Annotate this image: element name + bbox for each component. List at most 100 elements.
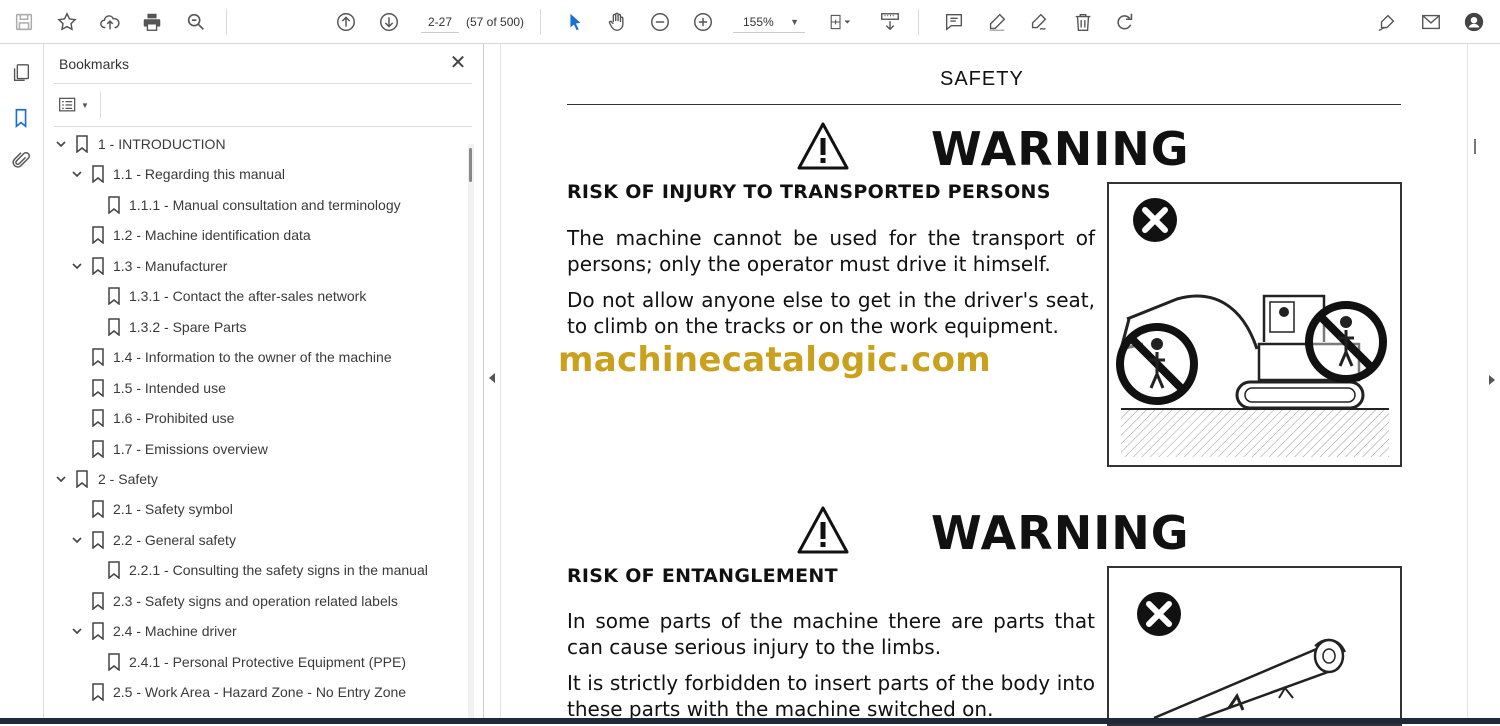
zoom-in-icon[interactable] [689, 8, 717, 36]
zoom-out-icon[interactable] [646, 8, 674, 36]
draw-signature-icon[interactable] [1025, 8, 1053, 36]
bookmark-icon [91, 500, 105, 519]
bookmark-item[interactable]: 2.4 - Machine driver [44, 617, 464, 645]
warning-word: WARNING [931, 122, 1190, 176]
divider [100, 92, 101, 118]
bookmark-item[interactable]: 1.5 - Intended use [44, 374, 464, 402]
highlight-pen-icon[interactable] [983, 8, 1011, 36]
bookmark-item[interactable]: 1.2 - Machine identification data [44, 221, 464, 249]
bookmark-icon [107, 287, 121, 306]
bookmark-item[interactable]: 1.6 - Prohibited use [44, 404, 464, 432]
chevron-down-icon[interactable] [70, 533, 84, 547]
scrollbar-thumb[interactable] [469, 148, 472, 182]
panel-title: Bookmarks [59, 56, 130, 72]
warning-triangle-icon [797, 506, 849, 554]
bookmark-item[interactable]: 1.4 - Information to the owner of the ma… [44, 343, 464, 371]
chevron-down-icon[interactable] [54, 137, 68, 151]
zoom-value: 155% [743, 15, 774, 29]
scrollbar[interactable] [468, 144, 474, 724]
page-thumbnails-icon[interactable] [8, 60, 34, 86]
scroll-mode-icon[interactable] [876, 8, 904, 36]
next-page-icon[interactable] [375, 8, 403, 36]
chevron-down-icon[interactable] [70, 624, 84, 638]
hand-tool-icon[interactable] [603, 8, 631, 36]
bookmark-icon [91, 531, 105, 550]
bookmark-item[interactable]: 1.1.1 - Manual consultation and terminol… [44, 191, 464, 219]
zoom-level-select[interactable]: 155% ▼ [733, 11, 805, 33]
scrollbar-thumb[interactable] [1474, 139, 1476, 154]
bookmark-item[interactable]: 2.1 - Safety symbol [44, 495, 464, 523]
bookmark-icon [107, 317, 121, 337]
warning-paragraph: It is strictly forbidden to insert parts… [567, 671, 1095, 721]
comment-icon[interactable] [940, 8, 968, 36]
bookmark-item[interactable]: 2.3 - Safety signs and operation related… [44, 587, 464, 615]
bookmark-item[interactable]: 2.2.1 - Consulting the safety signs in t… [44, 556, 464, 584]
chevron-down-icon[interactable] [70, 259, 84, 273]
bookmark-icon [91, 409, 105, 428]
email-icon[interactable] [1417, 8, 1445, 36]
warning-paragraph: The machine cannot be used for the trans… [567, 226, 1095, 276]
page-fit-icon[interactable] [822, 8, 858, 36]
select-cursor-icon[interactable] [561, 8, 589, 36]
bookmark-item[interactable]: 2.5 - Work Area - Hazard Zone - No Entry… [44, 678, 464, 706]
bookmark-label: 1.1 - Regarding this manual [113, 166, 285, 183]
cloud-upload-icon[interactable] [96, 8, 124, 36]
print-icon[interactable] [138, 8, 166, 36]
delete-trash-icon[interactable] [1069, 8, 1097, 36]
bookmark-tree: 1 - INTRODUCTION 1.1 - Regarding this man… [44, 130, 464, 724]
star-icon[interactable] [53, 8, 81, 36]
bookmark-label: 2.2.1 - Consulting the safety signs in t… [129, 562, 428, 579]
bookmark-item[interactable]: 2.2 - General safety [44, 526, 464, 554]
bookmark-icon [107, 196, 121, 215]
bookmark-item[interactable]: 1.3 - Manufacturer [44, 252, 464, 280]
divider [54, 126, 472, 127]
divider [54, 83, 472, 84]
bookmark-icon [75, 135, 89, 154]
page-count: (57 of 500) [466, 15, 525, 29]
bookmark-label: 1.3 - Manufacturer [113, 257, 228, 274]
watermark-text: machinecatalogic.com [558, 340, 991, 380]
bookmark-icon [107, 652, 121, 672]
chevron-down-icon[interactable] [54, 472, 68, 486]
bookmark-icon [91, 257, 105, 276]
zoom-search-icon[interactable] [182, 8, 210, 36]
expand-panel-arrow-icon[interactable] [1489, 375, 1495, 385]
bookmark-item[interactable]: 1.3.2 - Spare Parts [44, 313, 464, 341]
bookmark-options-button[interactable]: ▼ [58, 94, 94, 116]
bookmark-icon [91, 165, 105, 184]
bookmark-label: 2.3 - Safety signs and operation related… [113, 592, 398, 609]
page-number-input[interactable]: 2-27 [421, 11, 459, 33]
bookmark-item[interactable]: 2.4.1 - Personal Protective Equipment (P… [44, 648, 464, 676]
bookmarks-panel: Bookmarks ✕ ▼ 1 - INTRODUCTION 1.1 - Rega… [44, 44, 484, 724]
bookmark-item[interactable]: 1.7 - Emissions overview [44, 435, 464, 463]
bookmark-item[interactable]: 2 - Safety [44, 465, 464, 493]
heading-rule [567, 104, 1401, 105]
chevron-down-icon: ▼ [81, 100, 89, 110]
no-passengers-pictogram [1116, 198, 1389, 457]
warning-paragraph: In some parts of the machine there are p… [567, 609, 1095, 659]
bookmark-icon [91, 622, 105, 641]
bookmark-item[interactable]: 1 - INTRODUCTION [44, 130, 464, 158]
bookmark-label: 2 - Safety [98, 470, 158, 487]
bookmark-item[interactable]: 1.3.1 - Contact the after-sales network [44, 282, 464, 310]
taskbar-edge [0, 718, 1500, 724]
previous-page-icon[interactable] [332, 8, 360, 36]
account-icon[interactable] [1460, 8, 1488, 36]
redo-icon[interactable] [1111, 8, 1139, 36]
chevron-down-icon: ▼ [790, 17, 799, 27]
collapse-panel-arrow-icon[interactable] [489, 373, 495, 383]
bookmark-item[interactable]: 1.1 - Regarding this manual [44, 160, 464, 188]
bookmark-icon [91, 378, 105, 398]
sign-pen-icon[interactable] [1373, 8, 1401, 36]
bookmark-label: 1.5 - Intended use [113, 379, 226, 396]
attachment-paperclip-icon[interactable] [8, 148, 34, 174]
bookmarks-panel-icon[interactable] [8, 105, 34, 131]
entanglement-pictogram [1137, 592, 1346, 724]
save-icon[interactable] [10, 8, 38, 36]
toolbar-divider [226, 9, 227, 35]
bookmark-label: 2.4 - Machine driver [113, 623, 237, 640]
chevron-down-icon[interactable] [70, 167, 84, 181]
bookmark-label: 1.1.1 - Manual consultation and terminol… [129, 196, 401, 213]
close-icon[interactable]: ✕ [447, 53, 469, 75]
excavator-illustration [1107, 182, 1402, 467]
